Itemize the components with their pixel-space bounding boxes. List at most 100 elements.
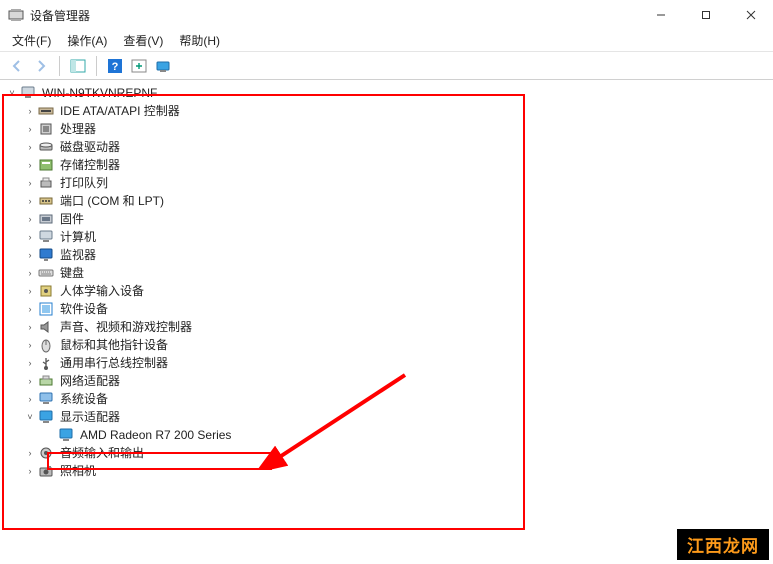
menubar: 文件(F) 操作(A) 查看(V) 帮助(H) bbox=[0, 30, 773, 52]
usb-icon bbox=[38, 355, 54, 371]
tree-root-label: WIN-N9TKVNREPNF bbox=[40, 85, 159, 101]
tree-category-label: 计算机 bbox=[58, 229, 98, 245]
tree-category-cpu[interactable]: › 处理器 bbox=[6, 120, 773, 138]
tree-category-firmware[interactable]: ›固件 bbox=[6, 210, 773, 228]
tree-category-label: 磁盘驱动器 bbox=[58, 139, 122, 155]
tree-category-label: 人体学输入设备 bbox=[58, 283, 146, 299]
ide-icon bbox=[38, 103, 54, 119]
close-button[interactable] bbox=[728, 0, 773, 30]
spacer bbox=[44, 429, 56, 441]
tree-category-label: 声音、视频和游戏控制器 bbox=[58, 319, 194, 335]
tree-category-ide[interactable]: › IDE ATA/ATAPI 控制器 bbox=[6, 102, 773, 120]
chevron-right-icon[interactable]: › bbox=[24, 195, 36, 207]
tree-category-label: 处理器 bbox=[58, 121, 98, 137]
audioio-icon bbox=[38, 445, 54, 461]
maximize-button[interactable] bbox=[683, 0, 728, 30]
computer-icon bbox=[20, 85, 36, 101]
toolbar-help-button[interactable]: ? bbox=[104, 55, 126, 77]
tree-category-label: 打印队列 bbox=[58, 175, 110, 191]
minimize-button[interactable] bbox=[638, 0, 683, 30]
chevron-down-icon[interactable]: ˅ bbox=[24, 411, 36, 423]
chevron-right-icon[interactable]: › bbox=[24, 447, 36, 459]
computer-icon bbox=[38, 229, 54, 245]
tree-category-printq[interactable]: › 打印队列 bbox=[6, 174, 773, 192]
menu-file[interactable]: 文件(F) bbox=[4, 30, 59, 51]
chevron-right-icon[interactable]: › bbox=[24, 249, 36, 261]
disk-icon bbox=[38, 139, 54, 155]
tree-category-label: 端口 (COM 和 LPT) bbox=[58, 193, 166, 209]
tree-category-label: IDE ATA/ATAPI 控制器 bbox=[58, 103, 182, 119]
mouse-icon bbox=[38, 337, 54, 353]
chevron-right-icon[interactable]: › bbox=[24, 357, 36, 369]
chevron-right-icon[interactable]: › bbox=[24, 393, 36, 405]
tree-category-label: 键盘 bbox=[58, 265, 86, 281]
tree-category-system[interactable]: ›系统设备 bbox=[6, 390, 773, 408]
tree-category-camera[interactable]: › 照相机 bbox=[6, 462, 773, 480]
chevron-right-icon[interactable]: › bbox=[24, 231, 36, 243]
chevron-right-icon[interactable]: › bbox=[24, 303, 36, 315]
chevron-right-icon[interactable]: › bbox=[24, 141, 36, 153]
chevron-right-icon[interactable]: › bbox=[24, 465, 36, 477]
app-icon bbox=[8, 7, 24, 23]
svg-text:?: ? bbox=[112, 61, 119, 73]
tree-category-label: 照相机 bbox=[58, 463, 98, 479]
tree-device-item[interactable]: AMD Radeon R7 200 Series bbox=[6, 426, 773, 444]
tree-category-disk[interactable]: › 磁盘驱动器 bbox=[6, 138, 773, 156]
tree-category-label: 通用串行总线控制器 bbox=[58, 355, 170, 371]
chevron-right-icon[interactable]: › bbox=[24, 213, 36, 225]
software-icon bbox=[38, 301, 54, 317]
window-title: 设备管理器 bbox=[30, 7, 90, 24]
chevron-right-icon[interactable]: › bbox=[24, 339, 36, 351]
tree-category-monitor[interactable]: ›监视器 bbox=[6, 246, 773, 264]
toolbar-scan-button[interactable] bbox=[152, 55, 174, 77]
tree-category-label: 显示适配器 bbox=[58, 409, 122, 425]
window-controls bbox=[638, 0, 773, 30]
toolbar-back-button[interactable] bbox=[6, 55, 28, 77]
printer-icon bbox=[38, 175, 54, 191]
storage-icon bbox=[38, 157, 54, 173]
display-icon bbox=[38, 409, 54, 425]
chevron-down-icon[interactable]: ˅ bbox=[6, 87, 18, 99]
menu-view[interactable]: 查看(V) bbox=[115, 30, 171, 51]
device-tree[interactable]: ˅ WIN-N9TKVNREPNF › IDE ATA/ATAPI 控制器 › 处理器 › 磁… bbox=[6, 84, 773, 480]
tree-category-usb[interactable]: › 通用串行总线控制器 bbox=[6, 354, 773, 372]
ports-icon bbox=[38, 193, 54, 209]
tree-category-sound[interactable]: › 声音、视频和游戏控制器 bbox=[6, 318, 773, 336]
chevron-right-icon[interactable]: › bbox=[24, 375, 36, 387]
tree-category-audioio[interactable]: ›音频输入和输出 bbox=[6, 444, 773, 462]
chevron-right-icon[interactable]: › bbox=[24, 105, 36, 117]
chevron-right-icon[interactable]: › bbox=[24, 177, 36, 189]
menu-action[interactable]: 操作(A) bbox=[59, 30, 115, 51]
tree-category-storage[interactable]: › 存储控制器 bbox=[6, 156, 773, 174]
toolbar-separator bbox=[59, 56, 60, 76]
hid-icon bbox=[38, 283, 54, 299]
network-icon bbox=[38, 373, 54, 389]
chevron-right-icon[interactable]: › bbox=[24, 159, 36, 171]
firmware-icon bbox=[38, 211, 54, 227]
tree-category-keyboard[interactable]: › 键盘 bbox=[6, 264, 773, 282]
tree-category-display[interactable]: ˅ 显示适配器 bbox=[6, 408, 773, 426]
tree-category-label: 存储控制器 bbox=[58, 157, 122, 173]
tree-root[interactable]: ˅ WIN-N9TKVNREPNF bbox=[6, 84, 773, 102]
toolbar-action-button[interactable] bbox=[128, 55, 150, 77]
sound-icon bbox=[38, 319, 54, 335]
chevron-right-icon[interactable]: › bbox=[24, 321, 36, 333]
toolbar-show-hide-button[interactable] bbox=[67, 55, 89, 77]
tree-category-swdev[interactable]: ›软件设备 bbox=[6, 300, 773, 318]
chevron-right-icon[interactable]: › bbox=[24, 123, 36, 135]
tree-category-ports[interactable]: › 端口 (COM 和 LPT) bbox=[6, 192, 773, 210]
toolbar-separator bbox=[96, 56, 97, 76]
tree-category-hid[interactable]: › 人体学输入设备 bbox=[6, 282, 773, 300]
system-icon bbox=[38, 391, 54, 407]
tree-category-computer[interactable]: › 计算机 bbox=[6, 228, 773, 246]
chevron-right-icon[interactable]: › bbox=[24, 267, 36, 279]
tree-category-label: 网络适配器 bbox=[58, 373, 122, 389]
titlebar: 设备管理器 bbox=[0, 0, 773, 30]
tree-category-mouse[interactable]: › 鼠标和其他指针设备 bbox=[6, 336, 773, 354]
toolbar: ? bbox=[0, 52, 773, 80]
tree-category-network[interactable]: › 网络适配器 bbox=[6, 372, 773, 390]
toolbar-forward-button[interactable] bbox=[30, 55, 52, 77]
chevron-right-icon[interactable]: › bbox=[24, 285, 36, 297]
tree-category-label: 鼠标和其他指针设备 bbox=[58, 337, 170, 353]
menu-help[interactable]: 帮助(H) bbox=[171, 30, 228, 51]
